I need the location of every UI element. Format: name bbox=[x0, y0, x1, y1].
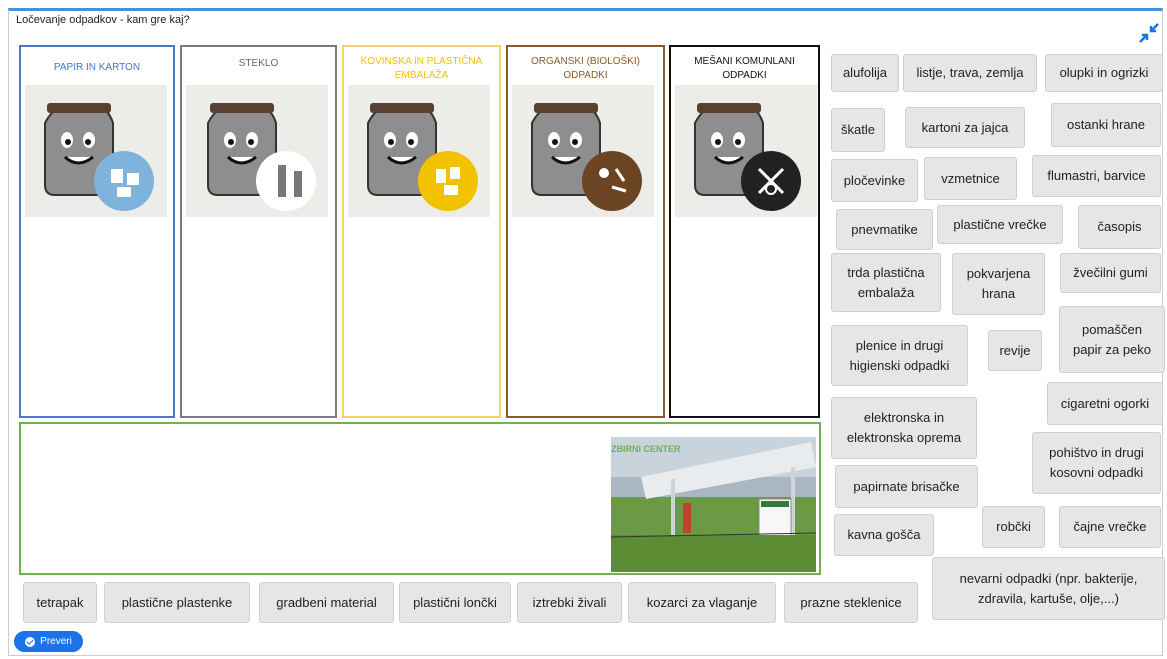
drop-zone-packaging[interactable]: KOVINSKA IN PLASTIČNA EMBALAŽA bbox=[342, 45, 501, 418]
item-chip-nevarni[interactable]: nevarni odpadki (npr. bakterije, zdravil… bbox=[932, 557, 1165, 620]
item-chip-pomascen[interactable]: pomaščen papir za peko bbox=[1059, 306, 1165, 373]
item-chip-olupki[interactable]: olupki in ogrizki bbox=[1045, 54, 1163, 92]
item-chip-kozarci[interactable]: kozarci za vlaganje bbox=[628, 582, 776, 623]
drop-zone-mixed[interactable]: MEŠANI KOMUNLANI ODPADKI bbox=[669, 45, 820, 418]
item-chip-plocevinke[interactable]: pločevinke bbox=[831, 159, 918, 202]
page-title: Ločevanje odpadkov - kam gre kaj? bbox=[16, 14, 190, 26]
item-chip-plenice[interactable]: plenice in drugi higienski odpadki bbox=[831, 325, 968, 386]
bin-paper-image bbox=[25, 85, 167, 217]
item-chip-kavna[interactable]: kavna gošča bbox=[834, 514, 934, 556]
item-chip-flumastri[interactable]: flumastri, barvice bbox=[1032, 155, 1161, 197]
item-chip-ostanki[interactable]: ostanki hrane bbox=[1051, 103, 1161, 147]
item-chip-iztrebki[interactable]: iztrebki živali bbox=[517, 582, 622, 623]
collection-center-label: ZBIRNI CENTER bbox=[611, 444, 681, 454]
item-chip-cigaretni[interactable]: cigaretni ogorki bbox=[1047, 382, 1163, 425]
item-chip-trda[interactable]: trda plastična embalaža bbox=[831, 253, 941, 312]
check-button-label: Preveri bbox=[40, 636, 72, 647]
drop-zone-organic[interactable]: ORGANSKI (BIOLOŠKI) ODPADKI bbox=[506, 45, 665, 418]
bin-label-glass: STEKLO bbox=[238, 58, 279, 69]
item-chip-listje[interactable]: listje, trava, zemlja bbox=[903, 54, 1037, 92]
item-chip-cajne[interactable]: čajne vrečke bbox=[1059, 506, 1161, 548]
check-circle-icon bbox=[25, 636, 36, 647]
drop-zone-paper[interactable]: PAPIR IN KARTON bbox=[19, 45, 175, 418]
item-chip-casopis[interactable]: časopis bbox=[1078, 205, 1161, 249]
item-chip-robcki[interactable]: robčki bbox=[982, 506, 1045, 548]
bin-glass-image bbox=[186, 85, 328, 217]
bin-label-organic: ORGANSKI (BIOLOŠKI) ODPADKI bbox=[531, 56, 640, 81]
item-chip-pnevmatike[interactable]: pnevmatike bbox=[836, 209, 933, 250]
collection-center-image bbox=[611, 437, 816, 572]
item-chip-skatle[interactable]: škatle bbox=[831, 108, 885, 152]
item-chip-vzmetnice[interactable]: vzmetnice bbox=[924, 157, 1017, 200]
item-chip-loncki[interactable]: plastični lončki bbox=[399, 582, 511, 623]
bin-organic-image bbox=[512, 85, 654, 217]
item-chip-brisacke[interactable]: papirnate brisačke bbox=[835, 465, 978, 508]
item-chip-zvecilni[interactable]: žvečilni gumi bbox=[1060, 253, 1161, 293]
bin-label-packaging: KOVINSKA IN PLASTIČNA EMBALAŽA bbox=[360, 56, 483, 81]
item-chip-revije[interactable]: revije bbox=[988, 330, 1042, 371]
item-chip-gradbeni[interactable]: gradbeni material bbox=[259, 582, 394, 623]
item-chip-pokvarjena[interactable]: pokvarjena hrana bbox=[952, 253, 1045, 315]
bin-packaging-image bbox=[348, 85, 490, 217]
check-button[interactable]: Preveri bbox=[14, 631, 83, 652]
item-chip-steklenice[interactable]: prazne steklenice bbox=[784, 582, 918, 623]
bin-mixed-image bbox=[675, 85, 817, 217]
drop-zone-collection-center[interactable]: ZBIRNI CENTER bbox=[19, 422, 821, 575]
item-chip-vrecke[interactable]: plastične vrečke bbox=[937, 205, 1063, 244]
collapse-arrows-icon[interactable] bbox=[1138, 22, 1160, 44]
bin-label-mixed: MEŠANI KOMUNLANI ODPADKI bbox=[694, 56, 795, 81]
item-chip-pohistvo[interactable]: pohištvo in drugi kosovni odpadki bbox=[1032, 432, 1161, 494]
item-chip-alufolija[interactable]: alufolija bbox=[831, 54, 899, 92]
item-chip-kartoni[interactable]: kartoni za jajca bbox=[905, 107, 1025, 148]
item-chip-elektronska[interactable]: elektronska in elektronska oprema bbox=[831, 397, 977, 459]
item-chip-tetrapak[interactable]: tetrapak bbox=[23, 582, 97, 623]
drop-zone-glass[interactable]: STEKLO bbox=[180, 45, 337, 418]
item-chip-plastenke[interactable]: plastične plastenke bbox=[104, 582, 250, 623]
bin-label-paper: PAPIR IN KARTON bbox=[53, 62, 141, 73]
